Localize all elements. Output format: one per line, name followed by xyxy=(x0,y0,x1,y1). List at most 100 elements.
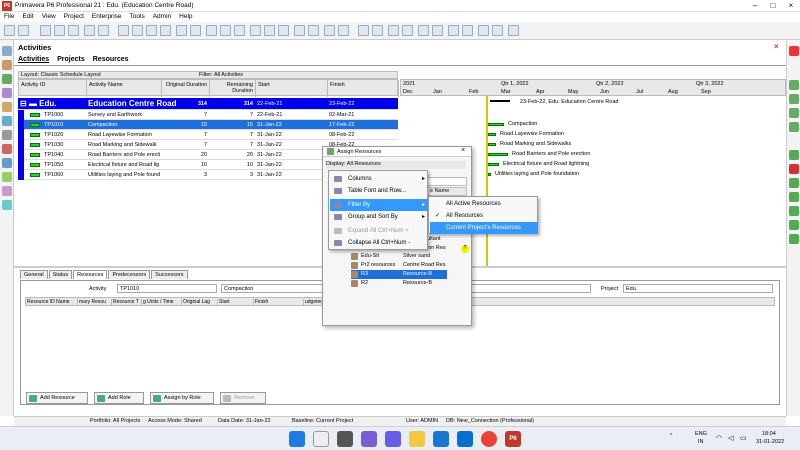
col-start[interactable]: Start xyxy=(256,80,328,97)
export-icon[interactable] xyxy=(462,25,473,36)
gantt-bar[interactable] xyxy=(488,163,499,166)
tab-predecessors[interactable]: Predecessors xyxy=(108,270,151,279)
close-view-icon[interactable]: × xyxy=(774,42,779,51)
assign-by-role-button[interactable]: Assign by Role xyxy=(150,392,214,404)
tab-resources[interactable]: Resources xyxy=(89,54,133,65)
table-row[interactable]: TP1000 Survey and Earthwork 7 7 22-Feb-2… xyxy=(18,110,398,120)
gantt-icon[interactable] xyxy=(176,25,187,36)
menu-edit[interactable]: Edit xyxy=(18,12,37,21)
tab-activities[interactable]: Activities xyxy=(14,54,53,65)
menu-table-font[interactable]: Table Font and Row... xyxy=(330,185,428,197)
notebook-icon[interactable] xyxy=(418,25,429,36)
docs-nav-icon[interactable] xyxy=(2,158,12,168)
resource-col-header[interactable]: Resource ID Name xyxy=(26,299,78,305)
battery-icon[interactable]: ▭ xyxy=(740,434,747,442)
outdent-icon[interactable] xyxy=(789,94,799,104)
resource-row[interactable]: Edu-Sit Silver sand xyxy=(351,252,447,261)
report-icon[interactable] xyxy=(448,25,459,36)
file-explorer-icon[interactable] xyxy=(409,431,425,447)
gantt-bar[interactable] xyxy=(488,133,496,136)
store-icon[interactable] xyxy=(457,431,473,447)
widgets-icon[interactable] xyxy=(361,431,377,447)
table-icon[interactable] xyxy=(160,25,171,36)
remove-button[interactable]: Remove xyxy=(220,392,266,404)
close-panel-icon[interactable] xyxy=(789,46,799,56)
progress-icon[interactable] xyxy=(372,25,383,36)
activity-id-field[interactable]: TP1010 xyxy=(117,284,217,293)
thresholds-nav-icon[interactable] xyxy=(2,172,12,182)
gantt-bar[interactable] xyxy=(488,153,508,156)
menu-admin[interactable]: Admin xyxy=(149,12,175,21)
baseline-icon[interactable] xyxy=(508,25,519,36)
group-icon[interactable] xyxy=(220,25,231,36)
wifi-icon[interactable]: ◠ xyxy=(716,434,722,442)
project-field[interactable]: Edu. xyxy=(623,284,773,293)
gantt-bar[interactable] xyxy=(488,143,496,146)
tab-status[interactable]: Status xyxy=(48,270,73,279)
dialog-close-icon[interactable]: × xyxy=(461,147,465,154)
chrome-icon[interactable] xyxy=(481,431,497,447)
menu-file[interactable]: File xyxy=(0,12,18,21)
col-activity-id[interactable]: Activity ID xyxy=(19,80,87,97)
calendar-icon[interactable] xyxy=(388,25,399,36)
filter-icon[interactable] xyxy=(206,25,217,36)
tab-projects[interactable]: Projects xyxy=(53,54,89,65)
gantt-bar[interactable] xyxy=(488,173,491,176)
successor-icon[interactable] xyxy=(789,206,799,216)
help-icon[interactable]: ? xyxy=(461,245,469,253)
resource-col-header[interactable]: Finish xyxy=(254,299,304,305)
resource-col-header[interactable]: mary Resou xyxy=(78,299,112,305)
resource-col-header[interactable]: Original Lag xyxy=(182,299,218,305)
check-icon[interactable] xyxy=(278,25,289,36)
zoom-out-icon[interactable] xyxy=(338,25,349,36)
tab-general[interactable]: General xyxy=(20,270,48,279)
minimize-button[interactable]: – xyxy=(746,0,764,12)
resource-col-header[interactable]: Resource T xyxy=(112,299,142,305)
menu-help[interactable]: Help xyxy=(175,12,196,21)
step-icon[interactable] xyxy=(789,220,799,230)
menu-expand-all[interactable]: Expand All Ctrl+Num + xyxy=(330,225,428,237)
level-icon[interactable] xyxy=(264,25,275,36)
add-role-button[interactable]: Add Role xyxy=(94,392,144,404)
table-row[interactable]: TP1010 Compaction 15 15 31-Jan-22 17-Feb… xyxy=(18,120,398,130)
menu-enterprise[interactable]: Enterprise xyxy=(88,12,126,21)
menu-view[interactable]: View xyxy=(38,12,60,21)
resource-col-header[interactable]: Start xyxy=(218,299,254,305)
resource-row[interactable]: Pr2 resources Centre Road Res xyxy=(351,261,447,270)
grid-icon[interactable] xyxy=(294,25,305,36)
code-icon[interactable] xyxy=(789,234,799,244)
tracking-nav-icon[interactable] xyxy=(2,102,12,112)
copy-icon[interactable] xyxy=(118,25,129,36)
col-finish[interactable]: Finish xyxy=(328,80,399,97)
menu-filter-by[interactable]: Filter By ▸ xyxy=(330,199,428,211)
cursor-icon[interactable] xyxy=(84,25,95,36)
expenses-nav-icon[interactable] xyxy=(2,186,12,196)
columns-icon[interactable] xyxy=(68,25,79,36)
chart-icon[interactable] xyxy=(190,25,201,36)
add-activity-icon[interactable] xyxy=(789,150,799,160)
teams-icon[interactable] xyxy=(385,431,401,447)
lang-indicator[interactable]: ENG xyxy=(695,431,707,437)
dialog-name-col[interactable]: e Name xyxy=(427,187,467,196)
scheduler-icon[interactable] xyxy=(250,25,261,36)
calendar-nav-icon[interactable] xyxy=(2,200,12,210)
move-icon[interactable] xyxy=(98,25,109,36)
menu-group-sort[interactable]: Group and Sort By ▸ xyxy=(330,211,428,223)
reports-nav-icon[interactable] xyxy=(2,116,12,126)
edge-icon[interactable] xyxy=(433,431,449,447)
filter-current-project[interactable]: Current Project's Resources xyxy=(430,222,538,234)
resources-nav-icon[interactable] xyxy=(2,88,12,98)
menu-project[interactable]: Project xyxy=(60,12,88,21)
col-original-duration[interactable]: Original Duration xyxy=(162,80,210,97)
resource-row[interactable]: R2 Resource-B xyxy=(351,279,447,288)
volume-icon[interactable]: ◁ xyxy=(728,434,733,442)
delete-activity-icon[interactable] xyxy=(789,164,799,174)
wbs-icon[interactable] xyxy=(478,25,489,36)
predecessor-icon[interactable] xyxy=(789,192,799,202)
task-view-icon[interactable] xyxy=(337,431,353,447)
layout-icon[interactable] xyxy=(40,25,51,36)
windows-start-icon[interactable] xyxy=(289,431,305,447)
resource-icon[interactable] xyxy=(402,25,413,36)
bars-icon[interactable] xyxy=(54,25,65,36)
spreadsheet-icon[interactable] xyxy=(308,25,319,36)
